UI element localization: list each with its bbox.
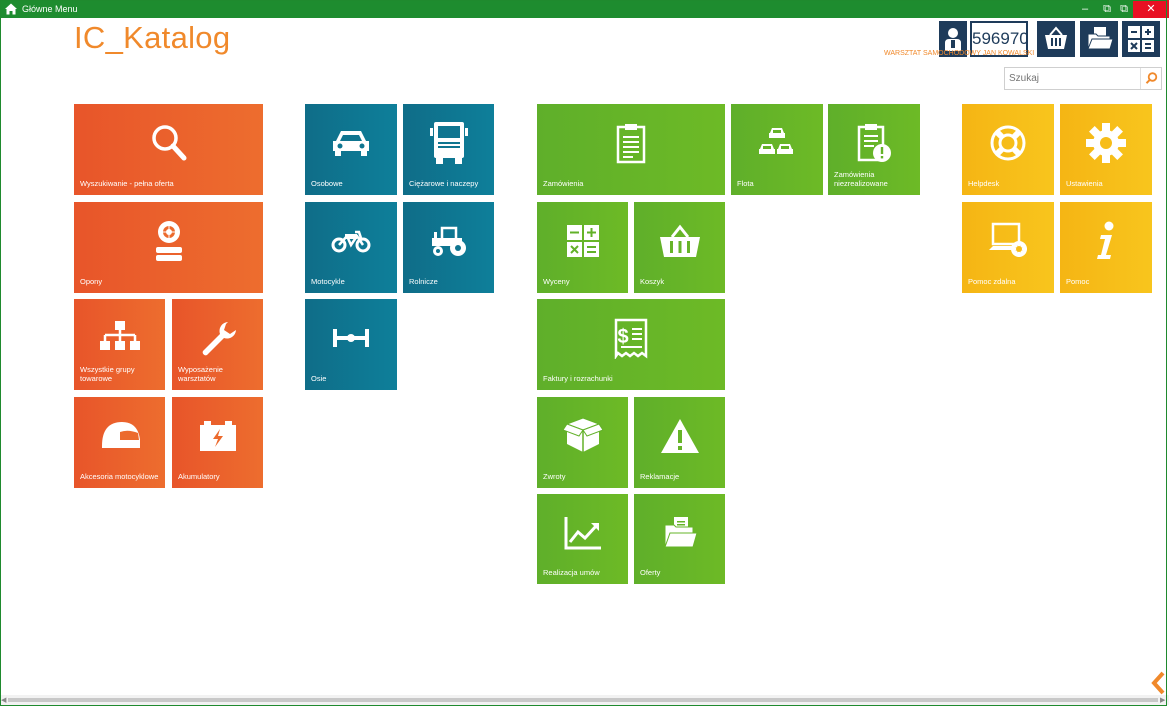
hierarchy-icon <box>99 321 140 351</box>
close-button[interactable]: ✕ <box>1133 0 1169 18</box>
tile-koszyk[interactable]: Koszyk <box>634 202 725 293</box>
clipboard-icon <box>616 124 646 164</box>
tile-label: Pomoc zdalna <box>968 277 1016 286</box>
tires-icon <box>155 221 182 262</box>
tile-zamowienia[interactable]: Zamówienia <box>537 104 725 195</box>
tile-realizacja-umow[interactable]: Realizacja umów <box>537 494 628 584</box>
minimize-button[interactable]: – <box>1074 0 1096 18</box>
tile-label: Motocykle <box>311 277 345 286</box>
tile-zamowienia-niezrealizowane[interactable]: Zamówienia niezrealizowane <box>828 104 920 195</box>
back-arrow-icon[interactable] <box>1148 670 1168 696</box>
search-input[interactable] <box>1005 68 1139 89</box>
tile-label: Zamówienia <box>543 179 584 188</box>
tile-osie[interactable]: Osie <box>305 299 397 390</box>
remote-help-icon <box>989 222 1027 258</box>
tile-pomoc[interactable]: Pomoc <box>1060 202 1152 293</box>
tile-label: Wyszukiwanie - pełna oferta <box>80 179 174 188</box>
tile-ustawienia[interactable]: Ustawienia <box>1060 104 1152 195</box>
tile-faktury[interactable]: $ Faktury i rozrachunki <box>537 299 725 390</box>
warning-icon <box>660 419 699 454</box>
tile-label: Zamówienia niezrealizowane <box>834 170 888 188</box>
home-icon <box>5 3 17 15</box>
folder-icon <box>663 516 698 548</box>
search-button[interactable] <box>1140 68 1161 89</box>
tractor-icon <box>431 226 466 257</box>
tile-ciezarowe[interactable]: Ciężarowe i naczepy <box>403 104 494 195</box>
info-icon <box>1097 221 1114 260</box>
tile-label: Wszystkie grupy towarowe <box>80 365 135 383</box>
tile-label: Reklamacje <box>640 472 680 481</box>
basket-button[interactable] <box>1037 21 1075 57</box>
tile-pomoc-zdalna[interactable]: Pomoc zdalna <box>962 202 1054 293</box>
motorcycle-icon <box>331 230 371 253</box>
tile-label: Zwroty <box>543 472 566 481</box>
wrench-icon <box>202 322 236 356</box>
tile-label: Akumulatory <box>178 472 220 481</box>
search-icon <box>1145 72 1158 84</box>
scroll-left-icon[interactable]: ◀ <box>1 696 6 704</box>
tile-label: Realizacja umów <box>543 568 600 577</box>
tile-label: Faktury i rozrachunki <box>543 374 613 383</box>
tile-label: Helpdesk <box>968 179 1000 188</box>
user-company-name: WARSZTAT SAMOCHODOWY JAN KOWALSKI <box>884 50 1035 57</box>
tile-helpdesk[interactable]: Helpdesk <box>962 104 1054 195</box>
basket-icon <box>659 224 700 258</box>
tile-label: Opony <box>80 277 103 286</box>
clipboard-alert-icon <box>857 124 891 163</box>
tile-label: Ciężarowe i naczepy <box>409 179 479 188</box>
tile-akumulatory[interactable]: Akumulatory <box>172 397 263 488</box>
tile-label: Koszyk <box>640 277 665 286</box>
calculator-icon <box>1128 26 1154 52</box>
invoice-icon: $ <box>614 318 648 360</box>
tile-grupy-towarowe[interactable]: Wszystkie grupy towarowe <box>74 299 165 390</box>
tile-oferty[interactable]: Oferty <box>634 494 725 584</box>
tile-opony[interactable]: Opony <box>74 202 263 293</box>
folder-icon <box>1087 27 1114 50</box>
tile-wyposazenie[interactable]: Wyposażenie warsztatów <box>172 299 263 390</box>
svg-text:$: $ <box>617 326 628 348</box>
tile-label: Pomoc <box>1066 277 1090 286</box>
tile-osobowe[interactable]: Osobowe <box>305 104 397 195</box>
tile-rolnicze[interactable]: Rolnicze <box>403 202 494 293</box>
app-title: IC_Katalog <box>74 20 231 55</box>
tile-label: Osie <box>311 374 327 383</box>
window-title: Główne Menu <box>22 4 78 14</box>
title-bar: Główne Menu – ⧉ ⧉ ✕ <box>0 0 1169 18</box>
tile-label: Wyceny <box>543 277 570 286</box>
box-icon <box>562 418 603 453</box>
tile-motocykle[interactable]: Motocykle <box>305 202 397 293</box>
tile-zwroty[interactable]: Zwroty <box>537 397 628 488</box>
documents-button[interactable] <box>1080 21 1118 57</box>
tile-label: Osobowe <box>311 179 343 188</box>
tile-label: Ustawienia <box>1066 179 1103 188</box>
scroll-right-icon[interactable]: ▶ <box>1160 696 1165 704</box>
tile-reklamacje[interactable]: Reklamacje <box>634 397 725 488</box>
fleet-icon <box>759 128 793 155</box>
basket-icon <box>1045 26 1067 49</box>
chart-icon <box>564 516 601 550</box>
lifebuoy-icon <box>990 125 1026 161</box>
battery-icon <box>199 421 236 452</box>
tile-label: Rolnicze <box>409 277 438 286</box>
calculator-icon <box>566 225 599 258</box>
tile-akcesoria[interactable]: Akcesoria motocyklowe <box>74 397 165 488</box>
gear-icon <box>1086 123 1126 164</box>
car-icon <box>333 131 369 157</box>
maximize-button[interactable]: ⧉ <box>1113 0 1135 18</box>
scrollbar-thumb[interactable] <box>8 698 1158 702</box>
tile-label: Flota <box>737 179 754 188</box>
search-icon <box>151 125 186 161</box>
tile-label: Oferty <box>640 568 661 577</box>
axle-icon <box>333 329 369 348</box>
helmet-icon <box>101 422 140 449</box>
tile-wyceny[interactable]: Wyceny <box>537 202 628 293</box>
tile-wyszukiwanie[interactable]: Wyszukiwanie - pełna oferta <box>74 104 263 195</box>
tile-label: Wyposażenie warsztatów <box>178 365 223 383</box>
tile-label: Akcesoria motocyklowe <box>80 472 159 481</box>
tile-flota[interactable]: Flota <box>731 104 823 195</box>
calculator-button[interactable] <box>1122 21 1160 57</box>
truck-icon <box>429 122 468 165</box>
